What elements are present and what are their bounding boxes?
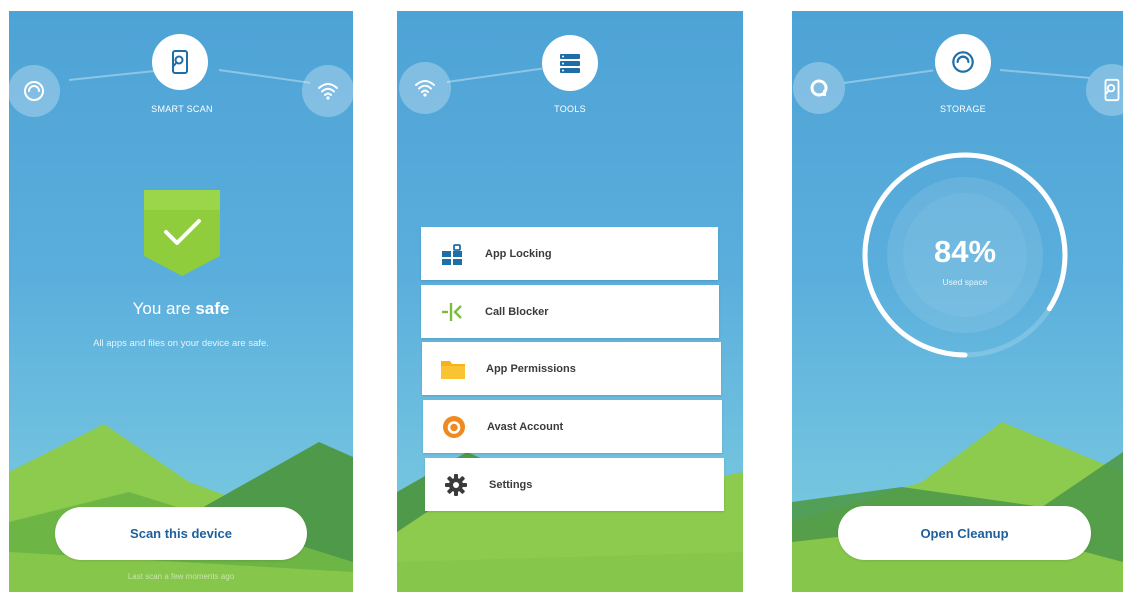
tool-label: Call Blocker [485,305,549,318]
used-percent: 84% [933,234,997,269]
tool-item-app-locking[interactable]: App Locking [421,227,718,280]
tool-label: App Locking [485,247,552,260]
last-scan-text: Last scan a few moments ago [127,572,235,581]
phone-search-icon [1104,78,1120,102]
status-subtitle: All apps and files on your device are sa… [93,338,269,349]
nav-connector [218,69,311,84]
nav-smart-scan-button[interactable] [1086,64,1123,116]
storage-screen: STORAGE 84% Used space Open Cleanup [792,11,1123,592]
avast-logo-icon [810,79,828,97]
nav-tools-button[interactable] [542,35,598,91]
swirl-icon [952,51,974,73]
status-prefix: You are [132,299,191,318]
tool-item-settings[interactable]: Settings [425,458,724,511]
nav-swirl-button[interactable] [9,65,60,117]
avast-logo-icon [441,414,467,440]
tool-label: Avast Account [487,420,564,433]
nav-connector [843,69,934,84]
used-space-caption: Used space [942,277,988,287]
tool-item-call-blocker[interactable]: Call Blocker [421,285,719,338]
swirl-icon [24,81,44,101]
shield-check-icon [144,190,220,276]
folder-icon [440,356,466,382]
nav-connector [999,69,1090,79]
hills-illustration [9,424,353,592]
nav-label: TOOLS [554,104,586,114]
app-lock-icon [439,241,465,267]
tool-item-app-permissions[interactable]: App Permissions [422,342,721,395]
scan-device-button[interactable]: Scan this device [55,507,307,560]
nav-connector [446,67,543,83]
call-blocker-icon [439,299,465,325]
wifi-icon [415,80,435,97]
tool-label: App Permissions [486,362,576,375]
nav-connector [68,69,159,81]
nav-label: SMART SCAN [151,104,213,114]
nav-smart-scan-button[interactable] [152,34,208,90]
nav-wifi-button[interactable] [302,65,353,117]
open-cleanup-button[interactable]: Open Cleanup [838,506,1091,560]
wifi-icon [318,83,338,100]
tools-list-icon [560,54,580,73]
phone-search-icon [172,50,188,74]
nav-storage-button[interactable] [935,34,991,90]
tools-screen: TOOLS App Locking Call Blocker App Permi… [397,11,743,592]
status-bold: safe [195,299,230,318]
hills-illustration [792,422,1123,592]
status-title: You are safe [9,299,353,319]
nav-wifi-button[interactable] [399,62,451,114]
tool-item-avast-account[interactable]: Avast Account [423,400,722,453]
nav-account-button[interactable] [793,62,845,114]
tool-label: Settings [489,478,533,491]
gear-icon [443,472,469,498]
nav-label: STORAGE [940,104,986,114]
smart-scan-screen: SMART SCAN You are safe All apps and fil… [9,11,353,592]
